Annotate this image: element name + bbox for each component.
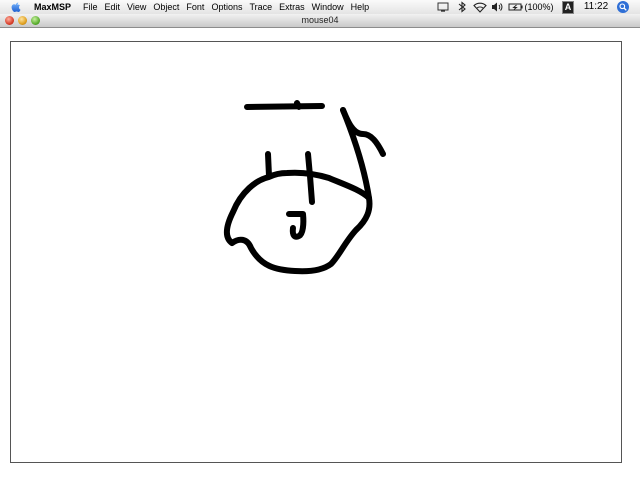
menu-extras[interactable]: Extras [279,0,312,14]
battery-percentage: (100%) [524,2,554,12]
stroke-right-eye [305,151,315,205]
menu-trace[interactable]: Trace [249,0,279,14]
menu-view[interactable]: View [127,0,153,14]
battery-icon[interactable] [508,0,524,14]
stroke-mouth [286,211,307,240]
stroke-top-bar [244,100,325,110]
menu-object[interactable]: Object [153,0,186,14]
menu-edit[interactable]: Edit [105,0,128,14]
spotlight-icon[interactable] [616,0,630,14]
apple-icon[interactable] [10,1,22,13]
screen-icon[interactable] [436,0,450,14]
volume-icon[interactable] [490,0,504,14]
window-titlebar[interactable]: mouse04 [0,14,640,28]
menu-window[interactable]: Window [312,0,351,14]
menu-file[interactable]: File [83,0,105,14]
menu-app-maxmsp[interactable]: MaxMSP [34,0,83,14]
stroke-left-eye [265,151,272,179]
minimize-button[interactable] [18,16,27,25]
input-menu[interactable]: A [562,1,574,14]
stroke-head-outline [223,169,373,275]
menu-font[interactable]: Font [186,0,211,14]
window-title: mouse04 [301,15,339,25]
close-button[interactable] [5,16,14,25]
zoom-button[interactable] [31,16,40,25]
menu-clock[interactable]: 11:22 [582,0,610,14]
bluetooth-icon[interactable] [456,0,468,14]
drawing-strokes [223,100,386,275]
patcher-window: mouse04 [0,14,640,480]
menu-bar: MaxMSP File Edit View Object Font Option… [0,0,640,15]
menu-options[interactable]: Options [211,0,249,14]
menu-help[interactable]: Help [351,0,377,14]
drawing-canvas[interactable] [10,41,622,463]
wifi-icon[interactable] [472,0,488,14]
